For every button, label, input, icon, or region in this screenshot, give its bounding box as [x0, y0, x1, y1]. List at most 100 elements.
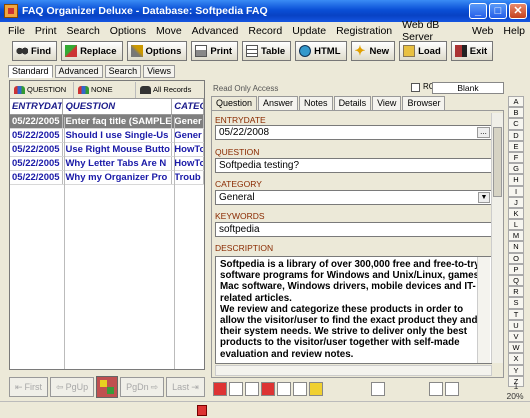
description-horizontal-scrollbar[interactable] — [215, 365, 492, 376]
sort-question-button[interactable]: QUESTION — [10, 81, 74, 98]
sort-none-button[interactable]: NONE — [74, 81, 136, 98]
lightbulb-icon[interactable] — [309, 382, 323, 396]
letter-tab[interactable]: W — [508, 342, 524, 354]
first-arrow-icon: ⇤ — [15, 381, 23, 392]
replace-button[interactable]: Replace — [61, 41, 123, 61]
paste-icon[interactable] — [293, 382, 307, 396]
back-arrow-icon[interactable] — [213, 382, 227, 396]
letter-tab[interactable]: O — [508, 252, 524, 264]
tab-view[interactable]: View — [372, 96, 402, 110]
first-record-button[interactable]: ⇤ First — [9, 377, 49, 397]
menu-web[interactable]: Web — [467, 25, 498, 37]
load-button[interactable]: Load — [399, 41, 447, 61]
menu-registration[interactable]: Registration — [331, 25, 397, 37]
letter-tab[interactable]: J — [508, 196, 524, 208]
maximize-button[interactable]: □ — [489, 3, 507, 19]
close-button[interactable]: ✕ — [509, 3, 527, 19]
template-select[interactable]: Blank — [432, 82, 504, 94]
print-record-icon[interactable] — [229, 382, 243, 396]
letter-tab[interactable]: V — [508, 330, 524, 343]
letter-tab[interactable]: M — [508, 230, 524, 242]
menu-file[interactable]: File — [3, 25, 30, 37]
description-textarea[interactable]: Softpedia is a library of over 300,000 f… — [215, 256, 492, 364]
column-header-entrydate[interactable]: ENTRYDATE — [10, 99, 64, 114]
scrollbar-thumb[interactable] — [493, 127, 502, 197]
tab-notes[interactable]: Notes — [299, 96, 333, 110]
options-button[interactable]: Options — [126, 41, 188, 61]
entrydate-field[interactable]: 05/22/2008 ... — [215, 125, 492, 140]
letter-tab[interactable]: I — [508, 185, 524, 197]
letter-tab[interactable]: D — [508, 129, 524, 141]
letter-tab[interactable]: N — [508, 241, 524, 253]
letter-tab[interactable]: L — [508, 219, 524, 231]
column-header-category[interactable]: CATEG — [172, 99, 204, 114]
menu-update[interactable]: Update — [287, 25, 331, 37]
letter-tab[interactable]: Y — [508, 364, 524, 376]
keywords-field[interactable]: softpedia — [215, 222, 492, 237]
export-icon[interactable] — [371, 382, 385, 396]
menu-options[interactable]: Options — [105, 25, 151, 37]
letter-tab[interactable]: H — [508, 174, 524, 186]
read-only-checkbox[interactable] — [411, 83, 420, 92]
description-scrollbar[interactable] — [477, 257, 490, 363]
tab-advanced[interactable]: Advanced — [54, 65, 103, 78]
letter-tab[interactable]: R — [508, 286, 524, 298]
last-record-button[interactable]: Last ⇥ — [166, 377, 205, 397]
menu-print[interactable]: Print — [30, 25, 62, 37]
chevron-down-icon[interactable]: ▼ — [478, 192, 490, 203]
letter-tab[interactable]: G — [508, 163, 524, 175]
letter-tab[interactable]: K — [508, 207, 524, 220]
next-page-icon[interactable] — [445, 382, 459, 396]
html-button[interactable]: HTML — [295, 41, 347, 61]
tab-details[interactable]: Details — [333, 96, 372, 110]
date-picker-button[interactable]: ... — [477, 127, 490, 138]
tab-search[interactable]: Search — [104, 65, 142, 78]
letter-tab[interactable]: X — [508, 353, 524, 365]
menu-move[interactable]: Move — [151, 25, 187, 37]
page-down-button[interactable]: PgDn ⇨ — [120, 377, 165, 397]
tab-standard[interactable]: Standard — [8, 65, 53, 78]
category-label: CATEGORY — [215, 179, 262, 189]
window-title: FAQ Organizer Deluxe - Database: Softped… — [22, 5, 268, 17]
letter-tab[interactable]: P — [508, 263, 524, 275]
sort-bar: QUESTION NONE All Records — [10, 81, 204, 99]
tab-answer[interactable]: Answer — [258, 96, 299, 110]
letter-tab[interactable]: C — [508, 118, 524, 130]
copy-icon[interactable] — [277, 382, 291, 396]
exit-button[interactable]: Exit — [450, 41, 494, 61]
new-button[interactable]: ✦ New — [350, 41, 396, 61]
print-button[interactable]: Print — [191, 41, 239, 61]
letter-tab[interactable]: T — [508, 308, 524, 320]
app-icon — [4, 4, 18, 18]
menu-help[interactable]: Help — [498, 25, 530, 37]
letter-tab[interactable]: Q — [508, 275, 524, 287]
replace-icon — [65, 45, 78, 57]
minimize-button[interactable]: _ — [469, 3, 487, 19]
previous-page-icon[interactable] — [429, 382, 443, 396]
tab-browser[interactable]: Browser — [402, 96, 446, 110]
letter-tab[interactable]: S — [508, 297, 524, 309]
menu-record[interactable]: Record — [243, 25, 287, 37]
letter-tab[interactable]: B — [508, 107, 524, 119]
delete-icon[interactable] — [245, 382, 259, 396]
question-field[interactable]: Softpedia testing? — [215, 158, 492, 173]
color-palette-button[interactable] — [96, 376, 119, 398]
table-button[interactable]: Table — [242, 41, 292, 61]
menu-search[interactable]: Search — [62, 25, 105, 37]
letter-tab[interactable]: F — [508, 151, 524, 164]
page-up-button[interactable]: ⇦ PgUp — [50, 377, 95, 397]
column-header-question[interactable]: QUESTION — [63, 99, 173, 114]
letter-tab[interactable]: A — [508, 96, 524, 108]
tab-views[interactable]: Views — [143, 65, 175, 78]
refresh-icon[interactable] — [261, 382, 275, 396]
tab-question[interactable]: Question — [211, 96, 258, 110]
new-star-icon: ✦ — [354, 43, 366, 58]
filter-all-records-button[interactable]: All Records — [136, 82, 204, 98]
menu-advanced[interactable]: Advanced — [187, 25, 244, 37]
category-select[interactable]: General ▼ — [215, 190, 492, 205]
zoom-level: 20% — [506, 391, 524, 401]
detail-scrollbar[interactable] — [491, 113, 503, 363]
find-button[interactable]: Find — [12, 41, 58, 61]
letter-tab[interactable]: E — [508, 140, 524, 152]
letter-tab[interactable]: U — [508, 319, 524, 331]
